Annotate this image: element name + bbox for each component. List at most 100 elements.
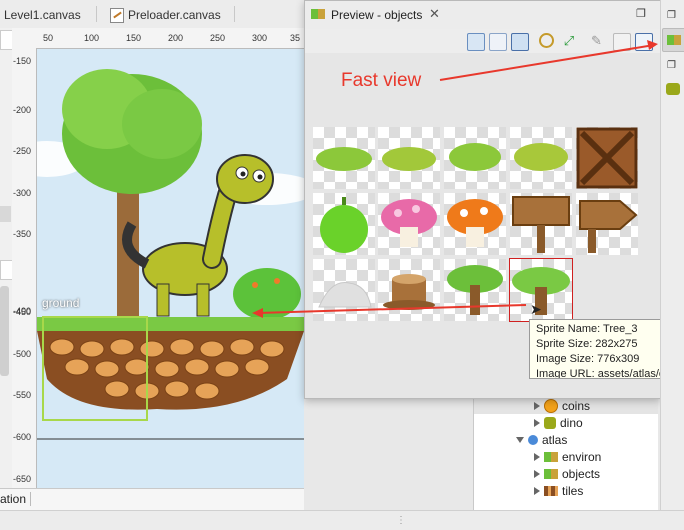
editor-tab-bar: Level1.canvas Preloader.canvas — [0, 0, 304, 29]
eraser-icon[interactable]: ✎ — [591, 33, 607, 49]
tree-item-label: coins — [562, 398, 591, 413]
ruler-y-label: -200 — [13, 105, 32, 115]
tab-label: Preloader.canvas — [128, 8, 221, 22]
sprite-tree-3[interactable]: ➤ — [509, 258, 573, 322]
expand-arrow-icon[interactable] — [534, 418, 540, 427]
grid-view-icon[interactable] — [467, 33, 485, 51]
ruler-x-label: 35 — [290, 33, 301, 43]
preview-title: Preview - objects — [331, 8, 423, 22]
tree-item-label: environ — [562, 449, 602, 464]
restore-icon[interactable]: ❐ — [667, 10, 676, 21]
tooltip-sprite-size: Sprite Size: 282x275 — [536, 338, 638, 350]
tooltip-image-size: Image Size: 776x309 — [536, 353, 640, 365]
tab-preloader-canvas[interactable]: Preloader.canvas — [110, 6, 221, 24]
sprite-green-ball[interactable] — [313, 193, 375, 255]
sprite-rock[interactable] — [313, 259, 375, 321]
resize-grip-icon[interactable]: ⋮ — [396, 515, 406, 526]
scrollbar-thumb[interactable] — [0, 286, 9, 376]
export-icon[interactable] — [635, 33, 653, 51]
tree-item-objects[interactable]: objects — [534, 465, 600, 482]
ruler-x-label: 300 — [252, 33, 268, 43]
tab-divider — [234, 6, 235, 22]
scene-artwork — [37, 69, 304, 440]
tree-item-label: atlas — [542, 432, 568, 447]
zoom-icon[interactable] — [539, 33, 554, 48]
project-tree: coins dino atlas environ objects tiles — [473, 397, 658, 510]
ruler-x-label: 50 — [43, 33, 54, 43]
dino-icon — [544, 416, 556, 429]
restore-icon[interactable]: ❐ — [667, 60, 676, 71]
tree-item-atlas[interactable]: atlas — [516, 431, 567, 448]
sprite-bush-2[interactable] — [378, 127, 440, 189]
ruler-y-label: -450 — [13, 307, 32, 317]
preview-title-bar: Preview - objects ✕ ❐ — [305, 1, 660, 30]
tab-divider — [96, 6, 97, 22]
close-icon[interactable]: ✕ — [429, 6, 440, 22]
ruler-y-label: -650 — [13, 474, 32, 484]
sprite-tree-small[interactable] — [444, 259, 506, 321]
atlas-icon — [528, 434, 538, 445]
tab-level1-canvas[interactable]: Level1.canvas — [4, 6, 81, 24]
sprites-icon — [311, 9, 325, 19]
sprite-bush-1[interactable] — [313, 127, 375, 189]
tooltip-sprite-name: Sprite Name: Tree_3 — [536, 323, 638, 335]
tree-item-label: tiles — [562, 483, 584, 498]
fast-view-annotation: Fast view — [341, 70, 422, 91]
tree-item-label: objects — [562, 466, 601, 481]
fast-view-preview-button[interactable] — [662, 28, 684, 52]
tree-item-coins[interactable]: coins — [474, 397, 658, 414]
preview-toolbar: ⤢ ✎ — [305, 29, 660, 53]
ruler-y-label: -300 — [13, 188, 32, 198]
expand-arrow-icon[interactable] — [534, 401, 540, 410]
sprite-pink-mushroom[interactable] — [378, 193, 440, 255]
expand-arrow-icon[interactable] — [534, 486, 540, 495]
tab-label: Level1.canvas — [4, 8, 81, 22]
copy-icon[interactable] — [613, 33, 631, 51]
fast-view-dino-button[interactable] — [664, 80, 682, 98]
editor-bottom-tab-bar: ation — [0, 488, 304, 511]
file-icon — [110, 7, 124, 23]
ruler-y-label: -600 — [13, 432, 32, 442]
expand-arrow-icon[interactable] — [534, 452, 540, 461]
sprite-arrow-sign[interactable] — [576, 193, 638, 255]
tiles-view-icon[interactable] — [511, 33, 529, 51]
ruler-y-label: -350 — [13, 229, 32, 239]
bottom-tab-label[interactable]: ation — [0, 492, 32, 506]
fit-icon[interactable]: ⤢ — [561, 33, 577, 49]
sprite-orange-mushroom[interactable] — [444, 193, 506, 255]
coin-icon — [544, 398, 558, 413]
ruler-x-label: 250 — [210, 33, 226, 43]
expand-arrow-icon[interactable] — [534, 469, 540, 478]
sprite-stump[interactable] — [378, 259, 440, 321]
sprites-icon — [544, 468, 558, 479]
ruler-x-label: 200 — [168, 33, 184, 43]
horizontal-ruler: 50 100 150 200 250 300 35 — [12, 28, 304, 49]
sprite-bush-4[interactable] — [510, 127, 572, 189]
status-bar: ⋮ — [0, 510, 684, 530]
sprites-icon — [667, 35, 681, 45]
left-panel-row — [0, 206, 11, 222]
ground-label: ground — [42, 296, 80, 310]
ruler-y-label: -150 — [13, 56, 32, 66]
ruler-y-label: -500 — [13, 349, 32, 359]
tree-item-environ[interactable]: environ — [534, 448, 601, 465]
sprite-bush-3[interactable] — [444, 127, 506, 189]
ruler-y-label: -550 — [13, 390, 32, 400]
ruler-x-label: 150 — [126, 33, 142, 43]
ruler-y-label: -250 — [13, 146, 32, 156]
tiles-icon — [544, 485, 558, 496]
tooltip-image-url: Image URL: assets/atlas/obje — [536, 368, 680, 379]
tree-item-dino[interactable]: dino — [534, 414, 583, 431]
collapse-arrow-icon[interactable] — [516, 436, 524, 443]
list-view-icon[interactable] — [489, 33, 507, 51]
ruler-x-label: 100 — [84, 33, 100, 43]
tree-item-tiles[interactable]: tiles — [534, 482, 583, 499]
mouse-cursor-icon: ➤ — [530, 301, 542, 317]
sprite-crate[interactable] — [576, 127, 638, 189]
tree-item-label: dino — [560, 415, 583, 430]
restore-icon[interactable]: ❐ — [636, 7, 646, 20]
scene-canvas[interactable]: ground — [37, 49, 304, 488]
sprite-sign[interactable] — [510, 193, 572, 255]
dino-icon — [666, 83, 680, 95]
sprites-icon — [544, 451, 558, 462]
